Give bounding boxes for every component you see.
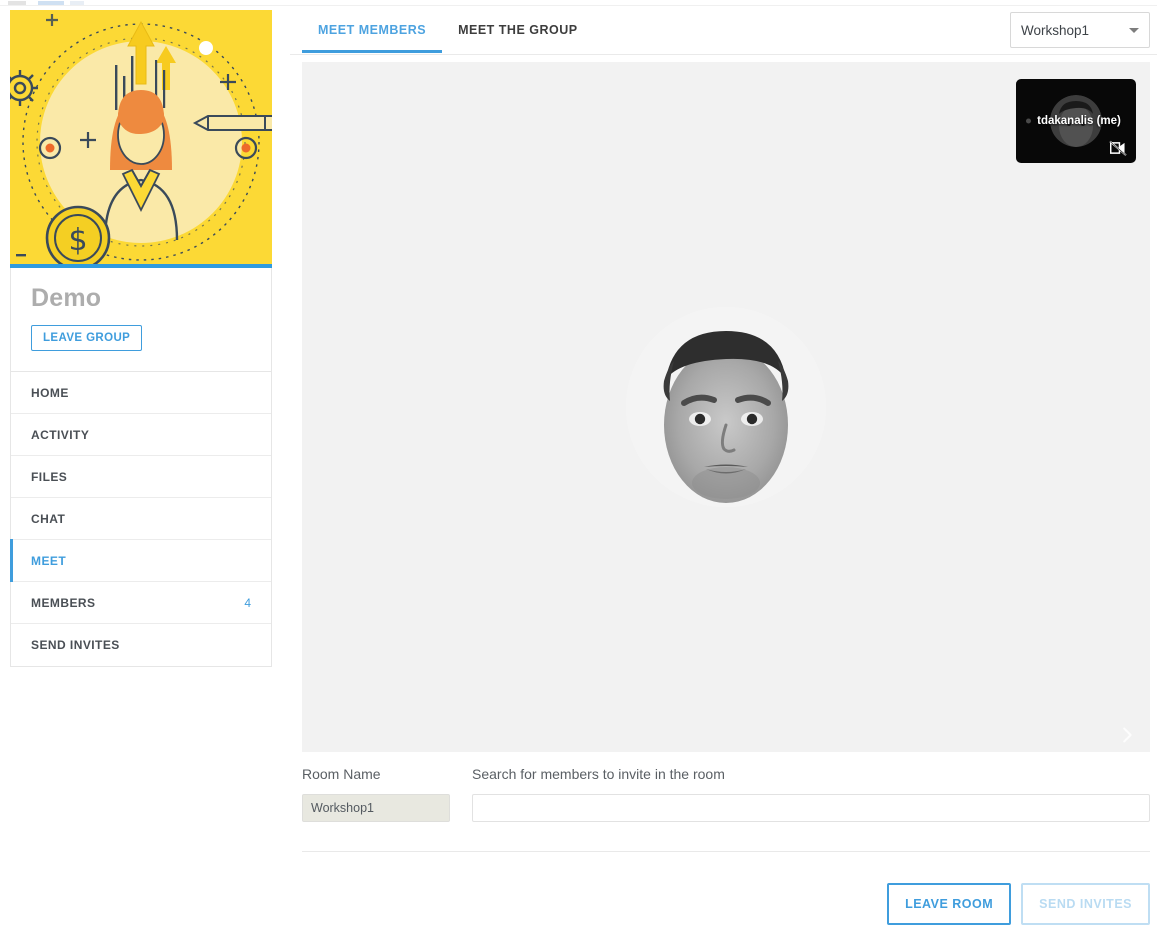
sidebar-item-home[interactable]: HOME — [11, 372, 271, 414]
sidebar-item-meet[interactable]: MEET — [10, 539, 271, 582]
sidebar-item-label: HOME — [31, 385, 69, 400]
tab-meet-the-group[interactable]: MEET THE GROUP — [442, 6, 594, 53]
chevron-right-icon[interactable] — [1116, 724, 1138, 746]
tab-meet-members[interactable]: MEET MEMBERS — [302, 6, 443, 53]
sidebar-nav-list: HOME ACTIVITY FILES CHAT MEET MEMBERS 4 … — [10, 372, 272, 667]
videocam-off-icon[interactable] — [1109, 140, 1127, 156]
room-select[interactable]: Workshop1 — [1010, 12, 1150, 48]
avatar-photo-icon — [626, 307, 826, 507]
self-view-name: tdakanalis (me) — [1037, 115, 1121, 127]
self-view-tile[interactable]: tdakanalis (me) — [1016, 79, 1136, 163]
leave-group-button[interactable]: LEAVE GROUP — [31, 325, 143, 351]
sidebar-item-label: MEET — [31, 553, 67, 568]
member-search-input[interactable] — [472, 794, 1150, 822]
action-buttons: LEAVE ROOM SEND INVITES — [302, 883, 1150, 925]
leave-room-button[interactable]: LEAVE ROOM — [887, 883, 1012, 925]
sidebar-item-label: ACTIVITY — [31, 427, 90, 442]
form-divider — [302, 851, 1150, 852]
group-illustration-icon: $ — [10, 10, 272, 264]
sidebar-item-label: FILES — [31, 469, 68, 484]
room-name-field-group: Room Name — [302, 766, 450, 822]
room-form: Room Name Search for members to invite i… — [302, 766, 1150, 822]
group-header: Demo LEAVE GROUP — [10, 268, 272, 372]
sidebar-item-label: MEMBERS — [31, 595, 96, 610]
room-name-input[interactable] — [302, 794, 450, 822]
chrome-bit — [38, 1, 64, 5]
app-root: $ Demo LEAVE GROUP HOME ACTIVITY FILES C… — [0, 0, 1157, 936]
member-search-field-group: Search for members to invite in the room — [472, 766, 1150, 822]
sidebar-item-members[interactable]: MEMBERS 4 — [11, 582, 271, 624]
group-title: Demo — [31, 284, 102, 312]
chrome-bit — [70, 1, 84, 5]
room-name-label: Room Name — [302, 766, 381, 782]
sidebar-item-chat[interactable]: CHAT — [11, 498, 271, 540]
group-sidebar: $ Demo LEAVE GROUP HOME ACTIVITY FILES C… — [10, 10, 272, 667]
sidebar-item-badge: 4 — [244, 595, 251, 610]
group-cover-image: $ — [10, 10, 272, 268]
chrome-bit — [8, 1, 26, 5]
participant-avatar — [626, 307, 826, 507]
video-stage: tdakanalis (me) — [302, 62, 1150, 752]
main-panel: MEET MEMBERS MEET THE GROUP Workshop1 td… — [290, 6, 1157, 936]
member-search-label: Search for members to invite in the room — [472, 766, 725, 782]
room-select-value: Workshop1 — [1021, 22, 1090, 38]
sidebar-item-files[interactable]: FILES — [11, 456, 271, 498]
chevron-down-icon — [1129, 27, 1139, 33]
sidebar-item-send-invites[interactable]: SEND INVITES — [11, 624, 271, 666]
svg-text:$: $ — [68, 223, 87, 258]
sidebar-item-activity[interactable]: ACTIVITY — [11, 414, 271, 456]
sidebar-item-label: SEND INVITES — [31, 638, 120, 652]
tabs: MEET MEMBERS MEET THE GROUP — [302, 6, 594, 55]
tabs-bar: MEET MEMBERS MEET THE GROUP Workshop1 — [290, 6, 1157, 55]
send-invites-button: SEND INVITES — [1021, 883, 1150, 925]
sidebar-item-label: CHAT — [31, 511, 66, 526]
